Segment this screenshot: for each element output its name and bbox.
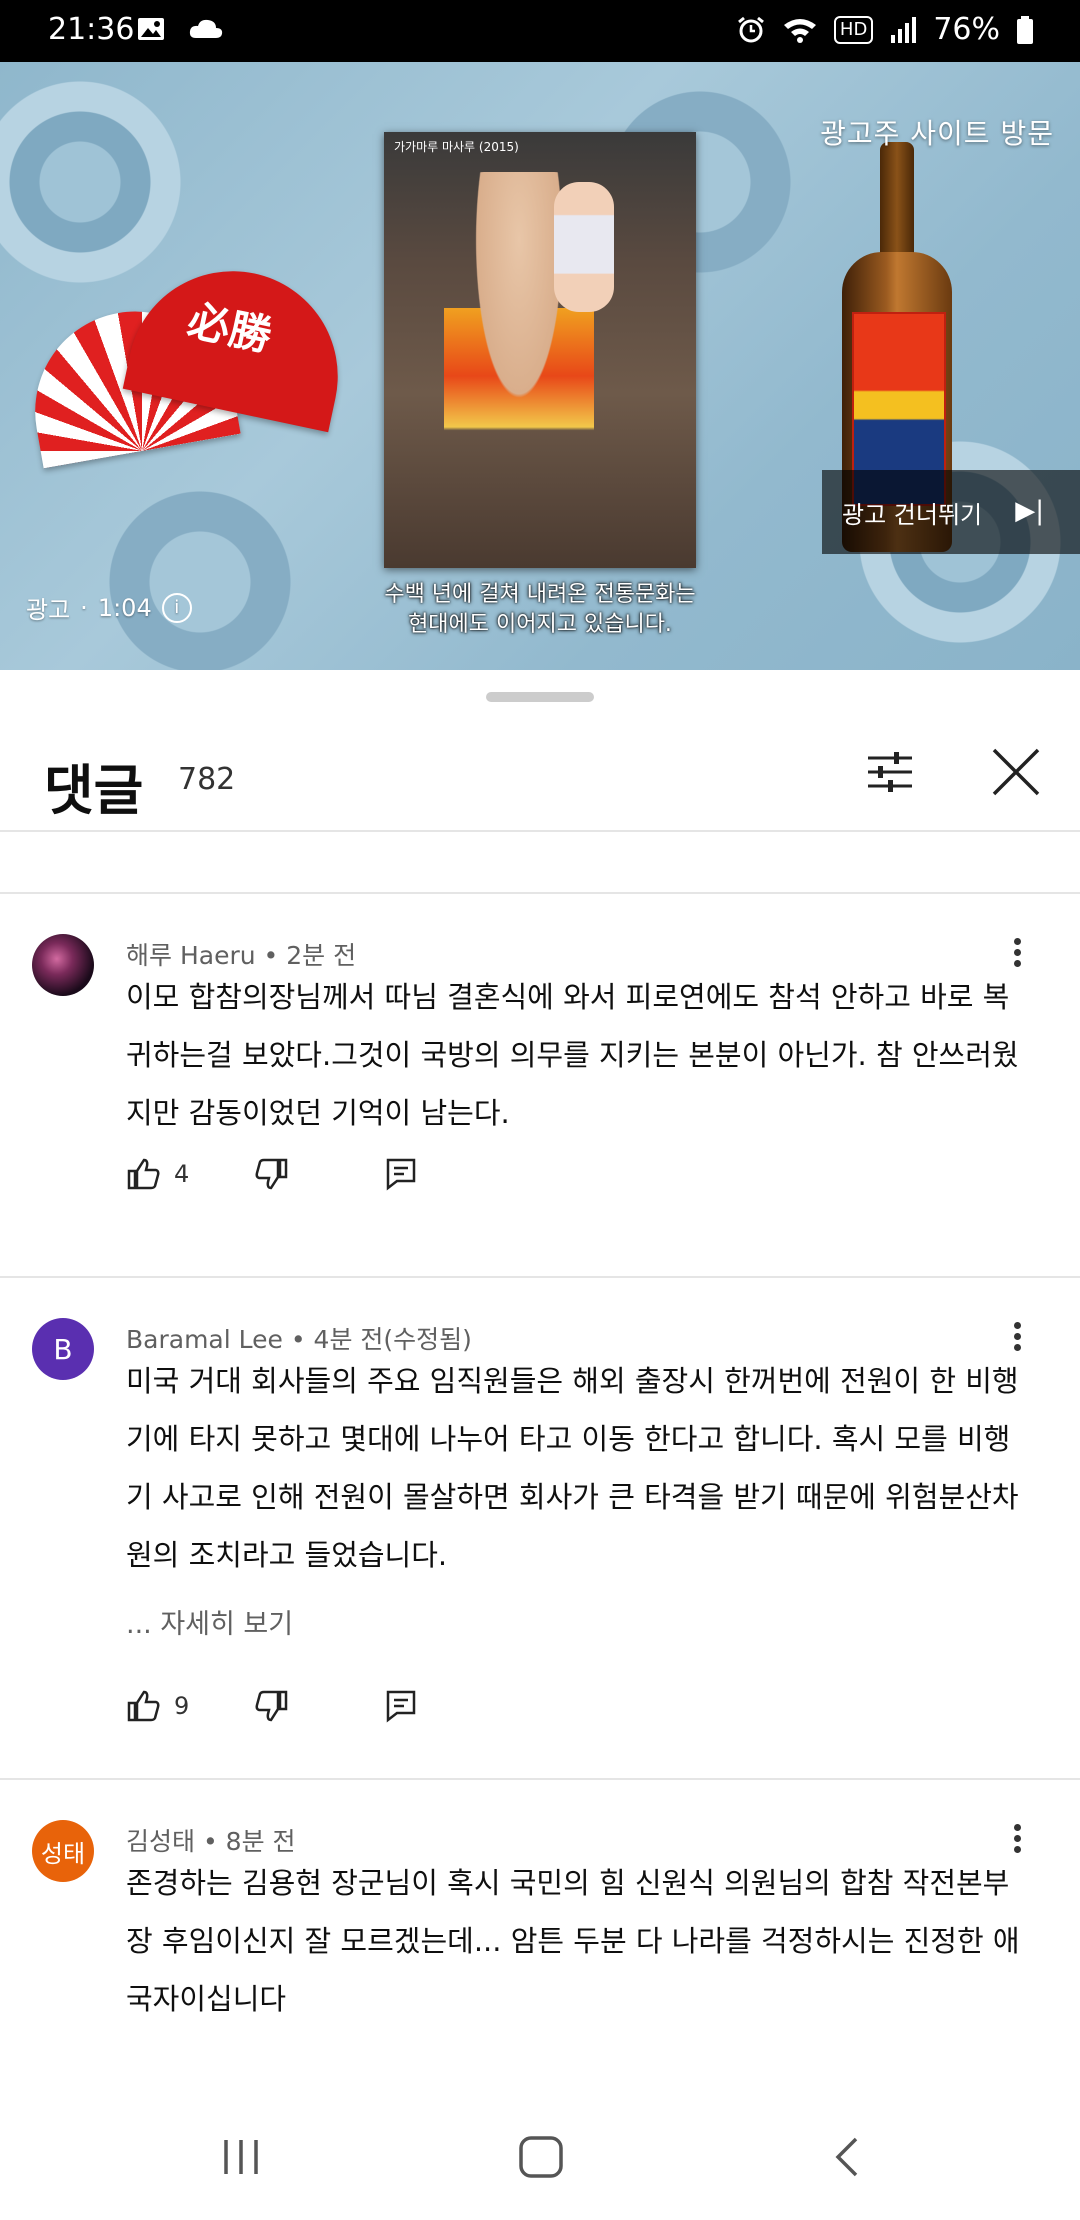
avatar[interactable]: B <box>32 1318 94 1380</box>
thumbs-up-icon <box>127 1690 160 1722</box>
photo-caption: 가가마루 마사루 (2015) <box>394 140 519 154</box>
filter-icon[interactable] <box>864 746 916 798</box>
video-subtitle: 수백 년에 걸쳐 내려온 전통문화는 현대에도 이어지고 있습니다. <box>384 582 696 637</box>
comments-sheet: 댓글 782 해루 Haeru • 2분 전 이모 합참의장님께서 따님 결혼식… <box>0 672 1080 2090</box>
like-button[interactable]: 9 <box>126 1689 189 1723</box>
thumbs-down-icon <box>255 1158 288 1190</box>
thumbs-up-icon <box>127 1158 160 1190</box>
drag-handle[interactable] <box>486 692 594 702</box>
ad-time: 1:04 <box>97 593 152 622</box>
baby-image <box>554 182 614 312</box>
comment-author[interactable]: Baramal Lee <box>126 1325 283 1354</box>
ad-label: 광고 <box>26 596 71 624</box>
status-bar: 21:36 HD 76% <box>0 0 1080 62</box>
comment-text: 이모 합참의장님께서 따님 결혼식에 와서 피로연에도 참석 안하고 바로 복귀… <box>126 980 1019 1130</box>
divider <box>0 1276 1080 1278</box>
ad-meta: 광고 · 1:04 i <box>26 590 192 625</box>
home-icon[interactable] <box>518 2136 564 2178</box>
comment-meta: 해루 Haeru • 2분 전 <box>126 941 357 970</box>
dislike-button[interactable] <box>255 1157 289 1191</box>
avatar[interactable]: 성태 <box>32 1820 94 1882</box>
system-nav-bar <box>0 2090 1080 2220</box>
alarm-icon <box>737 16 764 42</box>
reply-button[interactable] <box>385 1689 417 1723</box>
comment-time: 2분 전 <box>286 941 357 970</box>
battery-icon <box>1017 15 1033 44</box>
skip-ad-button[interactable]: 광고 건너뛰기 ▶| <box>822 470 1080 554</box>
comment-author[interactable]: 해루 Haeru <box>126 941 256 970</box>
like-button[interactable]: 4 <box>126 1157 189 1191</box>
like-count: 4 <box>174 1160 190 1188</box>
skip-ad-label: 광고 건너뛰기 <box>842 500 983 529</box>
gallery-icon <box>138 18 164 40</box>
divider <box>0 1778 1080 1780</box>
ad-visit-link[interactable]: 광고주 사이트 방문 <box>820 112 1054 152</box>
divider <box>0 830 1080 832</box>
wifi-icon <box>783 18 816 43</box>
fan-text: 必勝 <box>183 295 276 361</box>
ad-photo: 가가마루 마사루 (2015) <box>384 132 696 568</box>
status-time: 21:36 <box>48 12 135 47</box>
reply-icon <box>387 1690 416 1723</box>
comments-count: 782 <box>178 762 236 797</box>
comment-actions: 4 <box>126 1152 417 1196</box>
comment-text: 미국 거대 회사들의 주요 임직원들은 해외 출장시 한꺼번에 전원이 한 비행… <box>126 1364 1019 1572</box>
signal-icon <box>891 16 917 43</box>
network-badge: HD <box>833 15 874 44</box>
dislike-button[interactable] <box>255 1689 289 1723</box>
reply-button[interactable] <box>385 1157 417 1191</box>
close-icon[interactable] <box>990 746 1042 798</box>
comment-actions: 9 <box>126 1684 417 1728</box>
thumbs-down-icon <box>255 1690 288 1722</box>
comment-meta: Baramal Lee • 4분 전(수정됨) <box>126 1325 472 1354</box>
recent-apps-icon[interactable] <box>220 2136 262 2178</box>
comment-time: 8분 전 <box>225 1827 296 1856</box>
video-player[interactable]: 必勝 가가마루 마사루 (2015) 광고주 사이트 방문 수백 년에 걸쳐 내… <box>0 62 1080 670</box>
comment-time: 4분 전(수정됨) <box>313 1325 472 1354</box>
comment-text: 존경하는 김용현 장군님이 혹시 국민의 힘 신원식 의원님의 합참 작전본부장… <box>126 1866 1020 2016</box>
skip-next-icon: ▶| <box>1015 496 1044 526</box>
battery-percent: 76% <box>933 12 1000 47</box>
comments-title: 댓글 <box>44 759 144 822</box>
like-count: 9 <box>174 1692 190 1720</box>
bottle-image <box>842 142 952 642</box>
comments-header: 댓글 782 <box>0 722 1080 832</box>
avatar[interactable] <box>32 934 94 996</box>
divider <box>0 892 1080 894</box>
read-more-link[interactable]: ... 자세히 보기 <box>126 1602 293 1641</box>
cloud-icon <box>189 19 223 38</box>
back-icon[interactable] <box>830 2136 864 2178</box>
reply-icon <box>387 1158 416 1191</box>
info-icon[interactable]: i <box>161 592 192 623</box>
comment-author[interactable]: 김성태 <box>126 1827 195 1856</box>
comment-meta: 김성태 • 8분 전 <box>126 1827 296 1856</box>
